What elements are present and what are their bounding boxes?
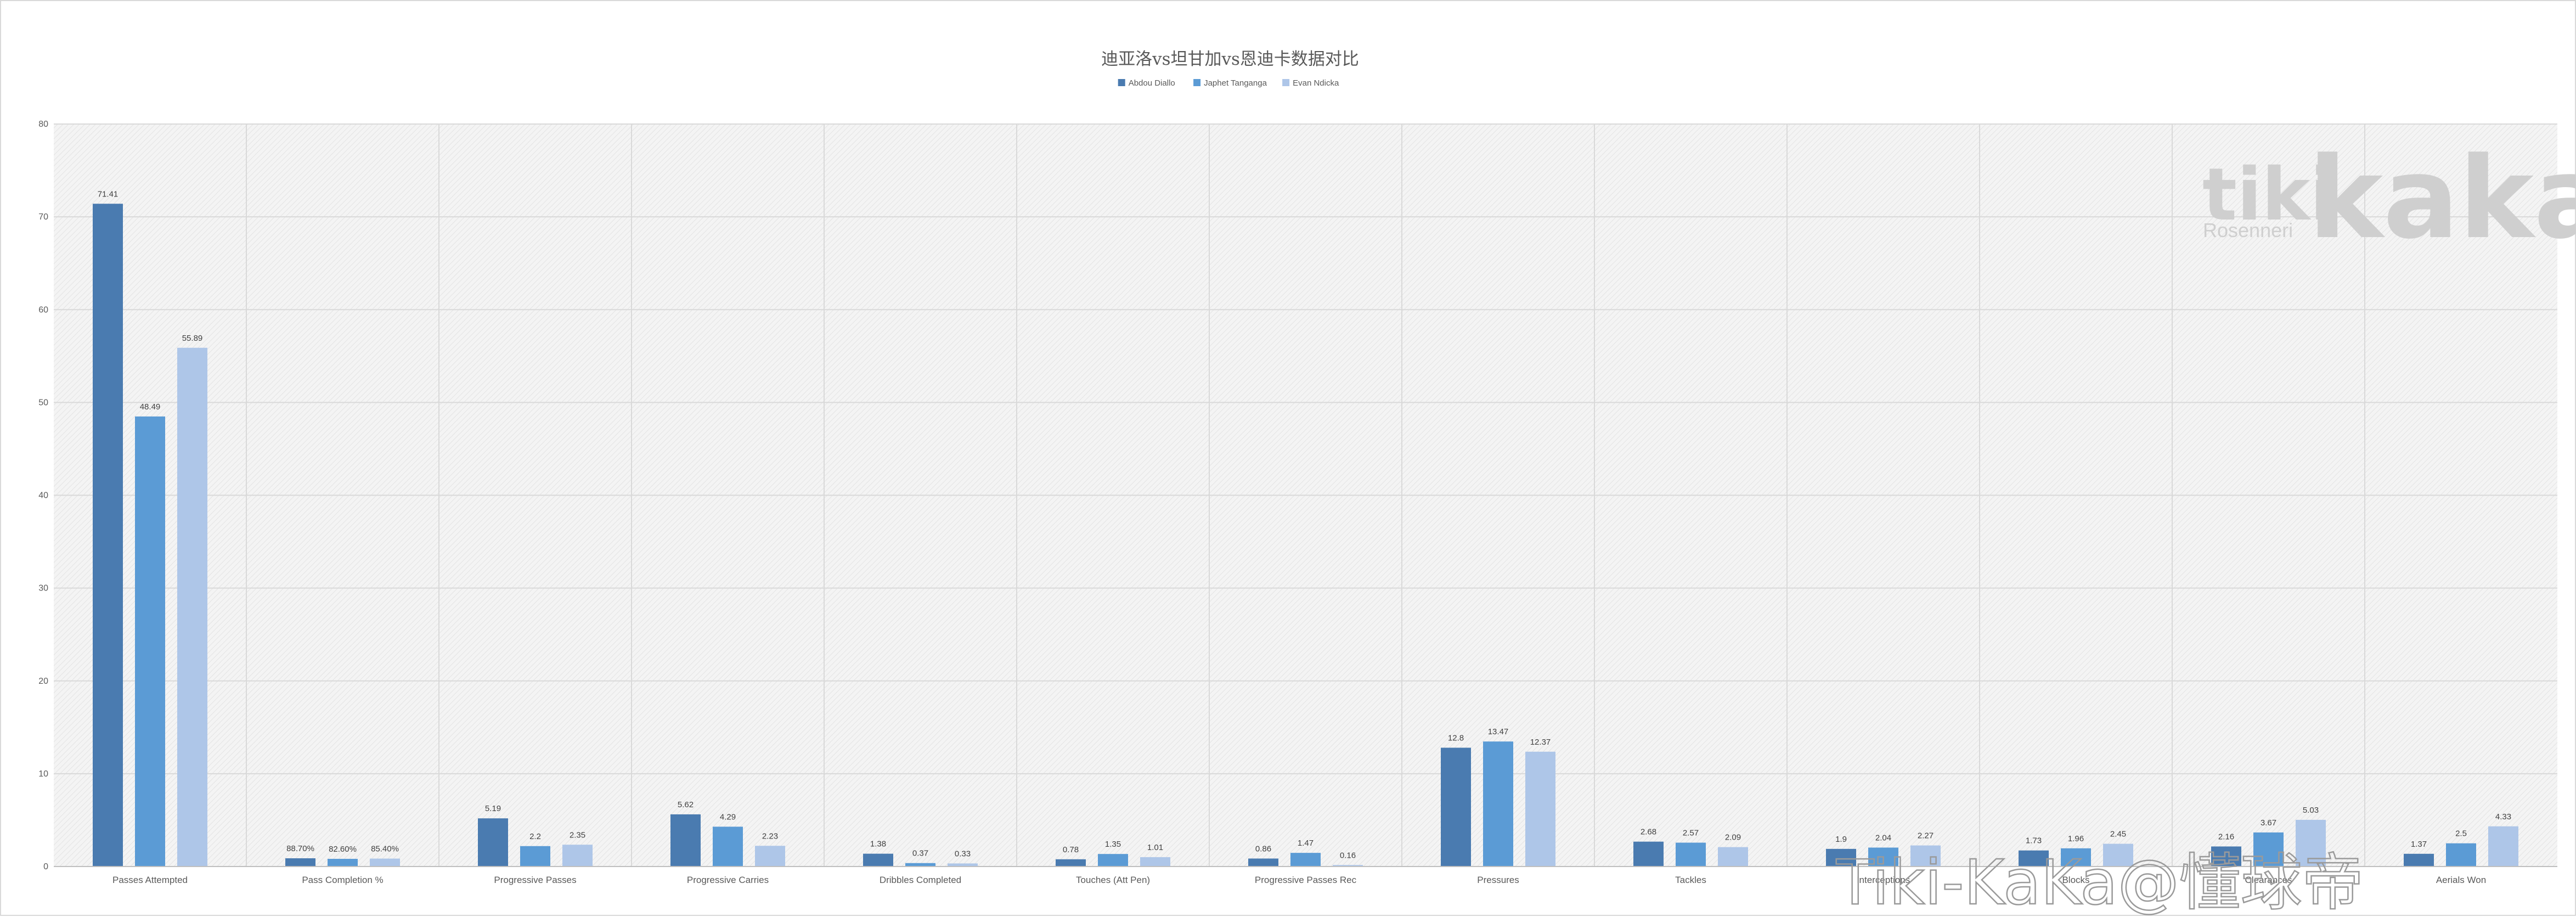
- bar-chart: 迪亚洛vs坦甘加vs恩迪卡数据对比 Abdou Diallo Japhet Tan…: [38, 49, 2576, 917]
- bar: [562, 845, 593, 867]
- y-tick-label: 50: [38, 398, 48, 407]
- x-tick-label: Progressive Carries: [687, 875, 769, 885]
- data-label: 4.29: [720, 812, 736, 822]
- bar: [1676, 842, 1706, 867]
- bar: [2404, 853, 2434, 867]
- bar: [1633, 841, 1664, 867]
- x-tick-label: Passes Attempted: [112, 875, 188, 885]
- data-label: 1.37: [2411, 840, 2427, 849]
- y-tick-label: 70: [38, 212, 48, 222]
- data-label: 1.47: [1298, 839, 1314, 848]
- y-tick-label: 60: [38, 305, 48, 314]
- data-label: 0.37: [912, 849, 928, 858]
- brand-watermark-sub: Rosenneri: [2203, 219, 2293, 241]
- data-label: 0.33: [955, 849, 971, 858]
- data-label: 71.41: [98, 189, 119, 199]
- y-tick-label: 20: [38, 677, 48, 686]
- data-label: 1.73: [2026, 836, 2042, 846]
- y-tick-label: 80: [38, 120, 48, 129]
- bar: [135, 416, 165, 867]
- bar: [713, 826, 743, 867]
- data-label: 0.86: [1255, 844, 1271, 853]
- data-label: 55.89: [182, 334, 203, 343]
- legend-entry: Evan Ndicka: [1293, 78, 1339, 88]
- data-label: 12.8: [1448, 734, 1464, 743]
- bar: [1441, 747, 1471, 867]
- legend-entry: Abdou Diallo: [1129, 78, 1175, 88]
- data-label: 1.96: [2068, 834, 2084, 843]
- data-label: 82.60%: [329, 845, 357, 854]
- x-tick-label: Tackles: [1675, 875, 1706, 885]
- y-tick-label: 40: [38, 491, 48, 500]
- data-label: 2.27: [1918, 831, 1934, 841]
- chart-title: 迪亚洛vs坦甘加vs恩迪卡数据对比: [1101, 49, 1359, 69]
- bar: [1718, 847, 1748, 867]
- bar: [1248, 858, 1278, 867]
- legend-swatch: [1118, 79, 1125, 86]
- x-tick-label: Progressive Passes: [494, 875, 576, 885]
- x-tick-label: Pressures: [1477, 875, 1519, 885]
- x-tick-label: Dribbles Completed: [880, 875, 961, 885]
- chart-container: 迪亚洛vs坦甘加vs恩迪卡数据对比 Abdou Diallo Japhet Tan…: [0, 0, 2576, 917]
- data-label: 2.35: [570, 830, 585, 840]
- legend-swatch: [1193, 79, 1201, 86]
- data-label: 2.09: [1725, 833, 1741, 842]
- bar: [285, 858, 315, 867]
- x-tick-label: Touches (Att Pen): [1076, 875, 1150, 885]
- bar: [1483, 741, 1513, 867]
- data-label: 2.04: [1875, 833, 1891, 842]
- data-label: 5.03: [2303, 806, 2319, 815]
- bar: [1140, 857, 1170, 867]
- bar: [478, 818, 508, 867]
- x-tick-label: Pass Completion %: [302, 875, 383, 885]
- data-label: 88.70%: [286, 844, 314, 853]
- bar: [670, 814, 701, 867]
- bar: [1525, 751, 1555, 867]
- data-label: 48.49: [140, 402, 161, 412]
- data-label: 1.35: [1105, 840, 1121, 849]
- data-label: 2.16: [2218, 832, 2234, 841]
- data-label: 5.19: [485, 804, 501, 813]
- data-label: 2.5: [2455, 829, 2467, 839]
- bar: [2488, 826, 2518, 867]
- data-label: 2.45: [2110, 830, 2126, 839]
- data-label: 0.78: [1063, 845, 1079, 854]
- y-axis-tick-labels: 0 10 20 30 40 50 60 70 80: [38, 120, 48, 871]
- data-label: 2.57: [1683, 829, 1699, 838]
- data-label: 3.67: [2261, 818, 2276, 828]
- y-tick-label: 0: [43, 862, 48, 871]
- legend: Abdou Diallo Japhet Tanganga Evan Ndicka: [1118, 78, 1339, 88]
- data-label: 0.16: [1340, 851, 1356, 860]
- credit-watermark: Tiki-KaKa@懂球帝: [1836, 847, 2364, 917]
- bar: [370, 858, 400, 867]
- y-tick-label: 30: [38, 584, 48, 593]
- data-label: 2.68: [1641, 828, 1656, 837]
- data-label: 85.40%: [371, 845, 399, 854]
- data-label: 12.37: [1530, 738, 1551, 747]
- bar: [520, 846, 550, 867]
- legend-swatch: [1282, 79, 1290, 86]
- bar: [863, 853, 893, 867]
- data-label: 1.01: [1147, 843, 1163, 852]
- brand-watermark-right: kaka: [2308, 133, 2576, 264]
- data-label: 5.62: [678, 800, 694, 809]
- data-label: 13.47: [1488, 727, 1509, 736]
- bar: [177, 347, 207, 867]
- x-tick-label: Progressive Passes Rec: [1255, 875, 1357, 885]
- y-tick-label: 10: [38, 769, 48, 779]
- data-label: 2.2: [529, 832, 541, 841]
- data-label: 1.38: [870, 840, 886, 849]
- bar: [755, 846, 785, 867]
- bar: [2446, 843, 2476, 867]
- bar: [328, 859, 358, 867]
- bar: [93, 204, 123, 867]
- data-label: 2.23: [762, 831, 778, 841]
- data-label: 4.33: [2495, 812, 2511, 822]
- data-label: 1.9: [1835, 835, 1847, 844]
- bar: [1056, 859, 1086, 867]
- bar: [1098, 854, 1128, 867]
- bar: [1290, 853, 1321, 867]
- legend-entry: Japhet Tanganga: [1204, 78, 1267, 88]
- x-tick-label: Aerials Won: [2436, 875, 2486, 885]
